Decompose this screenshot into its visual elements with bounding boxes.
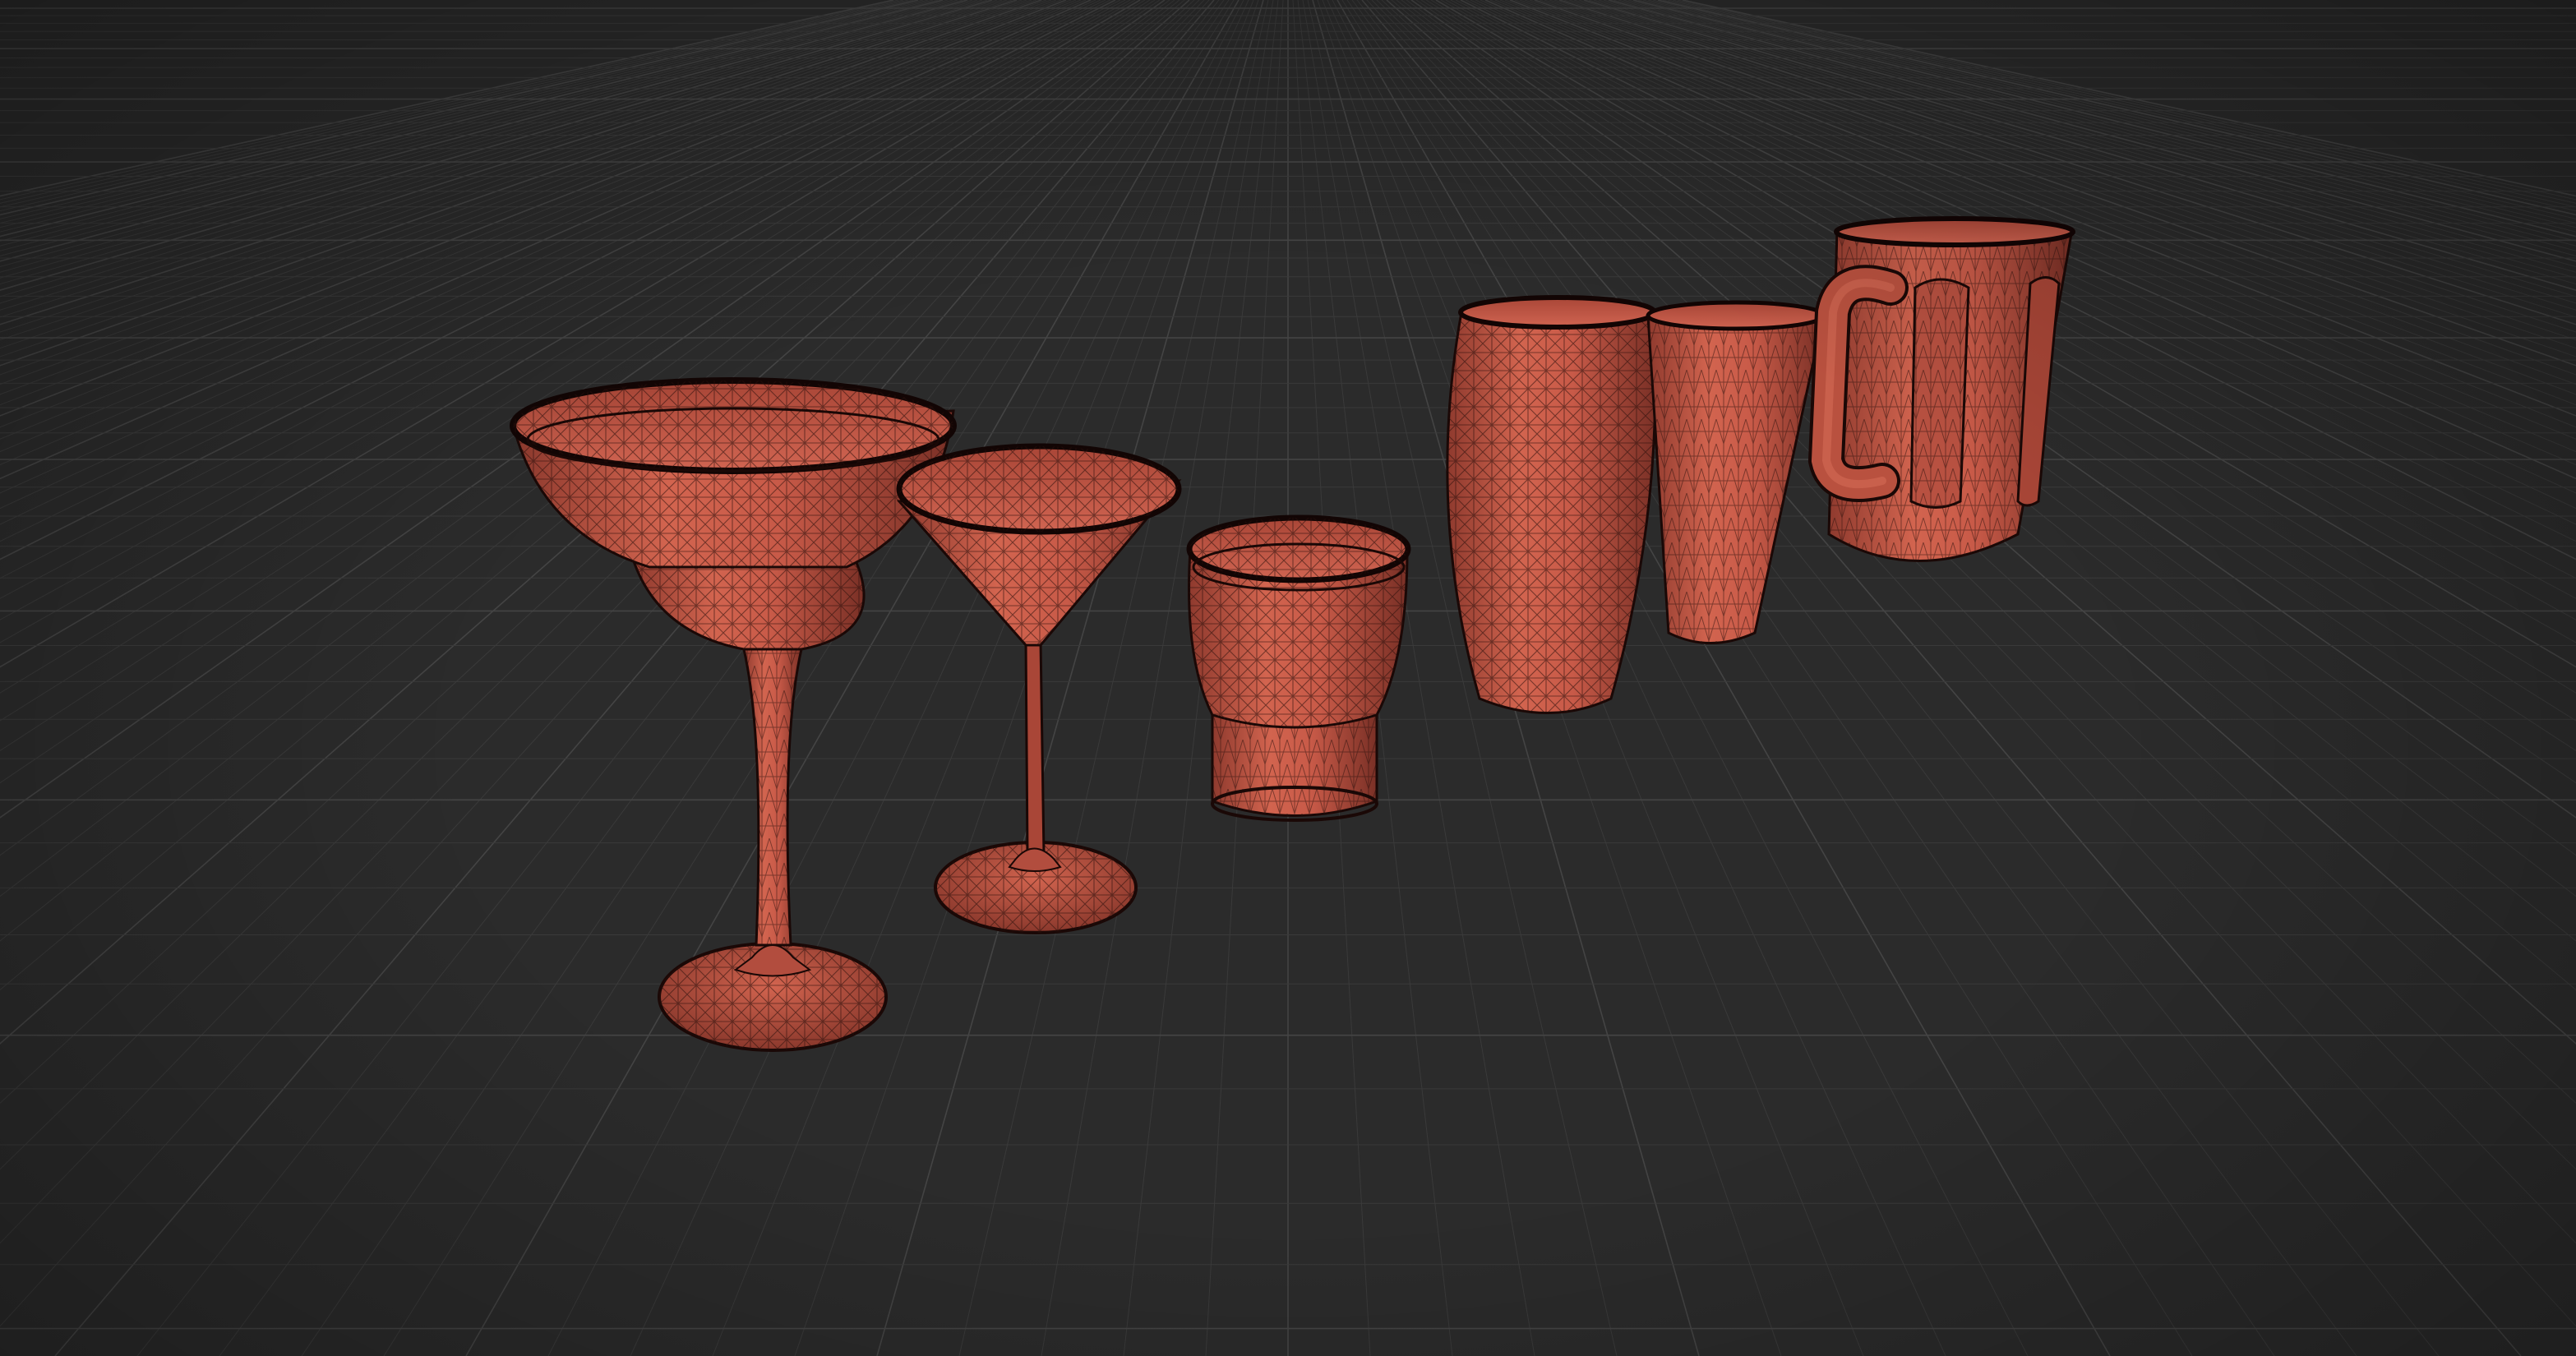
3d-viewport[interactable] [0, 0, 2576, 1356]
grid-line [0, 0, 1082, 453]
grid-line [0, 0, 1052, 385]
grid-line [0, 0, 1151, 722]
grid-line [0, 0, 1126, 599]
grid-line [1509, 0, 2576, 417]
grid-line [1608, 0, 2576, 262]
grid-line [1603, 0, 2576, 267]
grid-line [1627, 0, 2576, 242]
grid-line [0, 0, 1111, 542]
grid-line [1623, 0, 2576, 247]
grid-line [219, 0, 1225, 1356]
grid-line [0, 0, 1195, 1105]
grid-line [0, 0, 1161, 784]
grid-line [0, 0, 1042, 367]
grid-line [1632, 0, 2576, 238]
barrel-glass[interactable] [1446, 295, 1657, 714]
grid-line [1563, 0, 2576, 318]
grid-line [0, 0, 1027, 341]
grid-line [1677, 0, 2576, 201]
grid-line [1327, 0, 1946, 1356]
martini-glass[interactable] [896, 443, 1182, 934]
grid-line [1524, 0, 2576, 385]
grid-line [1450, 0, 2576, 599]
grid-line [0, 0, 973, 267]
grid-line [0, 0, 1013, 318]
grid-line [1465, 0, 2576, 542]
grid-line [1460, 0, 2576, 560]
grid-line [0, 0, 963, 256]
grid-line [1504, 0, 2576, 428]
grid-line [1514, 0, 2576, 406]
grid-line [0, 0, 1077, 440]
grid-line [0, 0, 1067, 417]
grid-line [0, 0, 1146, 694]
grid-line [1637, 0, 2576, 233]
viewport-canvas[interactable] [0, 0, 2576, 1356]
grid-line [1332, 0, 2029, 1356]
grid-line [1499, 0, 2576, 440]
grid-line [0, 0, 1047, 376]
grid-line [0, 0, 1131, 620]
grid-line [630, 0, 1249, 1356]
grid-line [1667, 0, 2576, 208]
grid-line [0, 0, 1180, 942]
grid-line [1672, 0, 2576, 204]
grid-line [1534, 0, 2576, 367]
grid-line [0, 0, 1062, 406]
grid-line [0, 0, 1170, 856]
beer-mug[interactable] [1807, 216, 2075, 562]
grid-line [1529, 0, 2576, 376]
grid-line [0, 0, 1175, 897]
rocks-glass[interactable] [1186, 514, 1411, 822]
grid-line [136, 0, 1220, 1356]
grid-line [1647, 0, 2576, 224]
grid-line [0, 0, 1116, 560]
grid-line [1336, 0, 2111, 1356]
grid-line [0, 0, 949, 242]
grid-line [0, 0, 1136, 643]
grid-line [465, 0, 1240, 1356]
grid-line [1494, 0, 2576, 453]
grid-line [0, 0, 1141, 668]
grid-line [1549, 0, 2576, 341]
grid-line [547, 0, 1244, 1356]
grid-line [1613, 0, 2576, 256]
grid-line [0, 0, 968, 262]
grid-line [0, 0, 944, 238]
grid-line [0, 0, 953, 247]
grid-line [1657, 0, 2576, 216]
grid-line [0, 0, 1072, 428]
